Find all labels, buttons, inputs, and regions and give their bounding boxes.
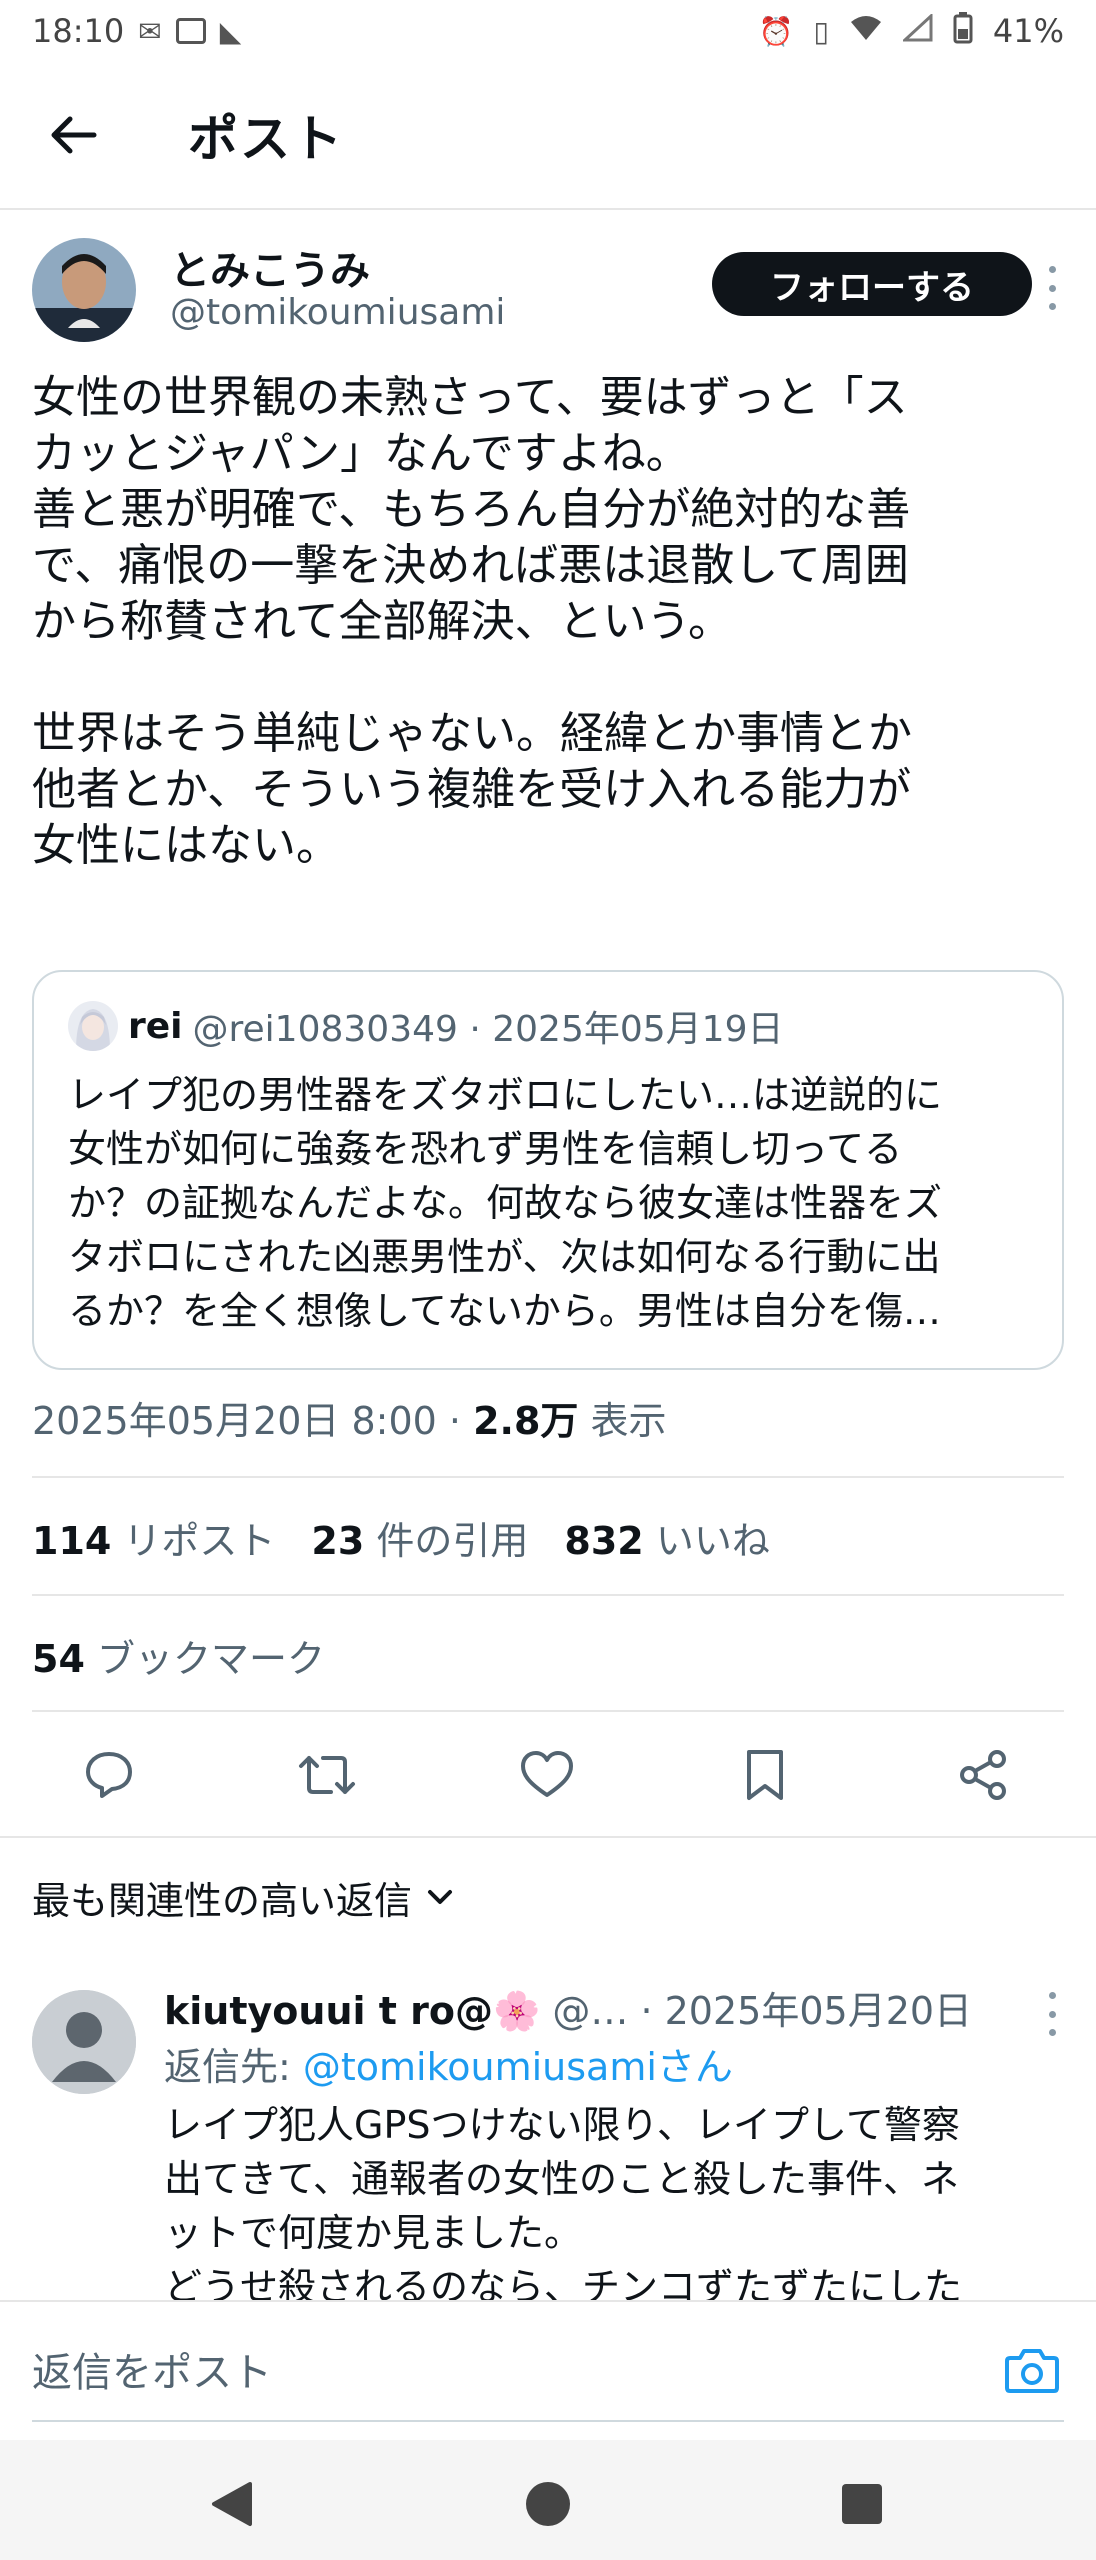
reposts-stat[interactable]: 114 リポスト (32, 1510, 275, 1565)
chevron-down-icon (428, 1889, 453, 1904)
post-timestamp: 2025年05月20日 8:00 · (32, 1399, 474, 1443)
reply-author-avatar[interactable] (32, 1990, 136, 2094)
likes-stat[interactable]: 832 いいね (564, 1510, 769, 1565)
battery-icon (953, 11, 973, 51)
nav-back-button[interactable] (204, 2476, 260, 2532)
system-nav-bar (0, 2440, 1096, 2560)
more-options-icon[interactable] (1032, 266, 1072, 310)
vibrate-icon: ▯ (813, 14, 829, 48)
views-count: 2.8万 (473, 1399, 579, 1443)
share-icon (960, 1750, 1006, 1800)
reply-icon (86, 1752, 132, 1798)
square-recents-icon (842, 2484, 882, 2524)
reply-more-options-icon[interactable] (1032, 1992, 1072, 2036)
divider (32, 1476, 1064, 1478)
status-time: 18:10 (32, 12, 125, 50)
quoted-author-avatar (68, 1001, 118, 1051)
quoted-post-text: レイプ犯の男性器をズタボロにしたい…は逆説的に 女性が如何に強姦を恐れず男性を信… (68, 1073, 943, 1333)
arrow-left-icon (51, 116, 97, 154)
reply-sort-label: 最も関連性の高い返信 (32, 1879, 413, 1923)
quoted-post-header: rei @rei10830349 · 2025年05月19日 (68, 1000, 1028, 1052)
post-text: 女性の世界観の未熟さって、要はずっと「ス カッとジャパン」なんですよね。 善と悪… (32, 372, 912, 871)
author-handle[interactable]: @tomikoumiusami (170, 292, 505, 333)
circle-home-icon (526, 2482, 570, 2526)
share-button[interactable] (948, 1740, 1018, 1810)
reply-to-label: 返信先: (164, 2045, 303, 2089)
nav-home-button[interactable] (520, 2476, 576, 2532)
reply-button[interactable] (74, 1740, 144, 1810)
page-title: ポスト (188, 110, 344, 168)
divider (32, 1594, 1064, 1596)
reply-text: レイプ犯人GPSつけない限り、レイプして警察 出てきて、通報者の女性のこと殺した… (164, 2103, 963, 2309)
divider (32, 1710, 1064, 1712)
mail-icon: ✉ (138, 14, 162, 48)
post-timestamp-row: 2025年05月20日 8:00 · 2.8万 表示 (32, 1390, 667, 1445)
divider (0, 1836, 1096, 1838)
like-icon (521, 1751, 573, 1797)
post-author-row: とみこうみ @tomikoumiusami フォローする (32, 238, 1072, 348)
dolphin-icon: ◣ (219, 14, 242, 48)
nav-recents-button[interactable] (834, 2476, 890, 2532)
like-button[interactable] (512, 1740, 582, 1810)
reply-sort-dropdown[interactable]: 最も関連性の高い返信 (32, 1870, 454, 1925)
author-name[interactable]: とみこうみ (170, 238, 370, 296)
alarm-icon: ⏰ (758, 14, 794, 48)
back-button[interactable] (38, 100, 108, 170)
bookmark-icon (747, 1750, 783, 1800)
app-header: ポスト (0, 62, 1096, 210)
follow-button[interactable]: フォローする (712, 252, 1032, 316)
triangle-back-icon (212, 2482, 252, 2526)
reply-header: kiutyouui t ro@🌸 @… · 2025年05月20日 (164, 1980, 1044, 2035)
compose-underline (32, 2420, 1064, 2422)
bookmarks-stat[interactable]: 54 ブックマーク (32, 1628, 325, 1683)
reply-meta: @… · 2025年05月20日 (540, 1989, 973, 2033)
repost-button[interactable] (292, 1740, 362, 1810)
status-bar: 18:10 ✉ ◣ ⏰ ▯ 41% (0, 0, 1096, 62)
quoted-author-meta: @rei10830349 · 2025年05月19日 (192, 1009, 784, 1050)
quotes-stat[interactable]: 23 件の引用 (311, 1510, 528, 1565)
reply-to-line: 返信先: @tomikoumiusamiさん (164, 2036, 733, 2091)
camera-icon (1005, 2349, 1059, 2393)
quoted-post-card[interactable]: rei @rei10830349 · 2025年05月19日 レイプ犯の男性器を… (32, 970, 1064, 1370)
bookmark-button[interactable] (730, 1740, 800, 1810)
engagement-stats: 114 リポスト 23 件の引用 832 いいね (32, 1510, 770, 1565)
camera-button[interactable] (1000, 2338, 1064, 2402)
author-avatar[interactable] (32, 238, 136, 342)
views-label: 表示 (578, 1399, 667, 1443)
post-action-bar (0, 1730, 1096, 1820)
battery-percent: 41% (992, 12, 1064, 50)
manga-up-icon (175, 18, 206, 44)
repost-icon (299, 1756, 355, 1794)
reply-compose-input[interactable]: 返信をポスト (32, 2340, 272, 2398)
reply-compose-bar: 返信をポスト (0, 2300, 1096, 2440)
reply-to-handle-link[interactable]: @tomikoumiusamiさん (303, 2045, 733, 2089)
wifi-icon (849, 14, 883, 49)
quoted-author-name: rei (128, 1005, 183, 1047)
reply-author-name[interactable]: kiutyouui t ro@🌸 (164, 1989, 540, 2033)
signal-icon (901, 12, 933, 49)
